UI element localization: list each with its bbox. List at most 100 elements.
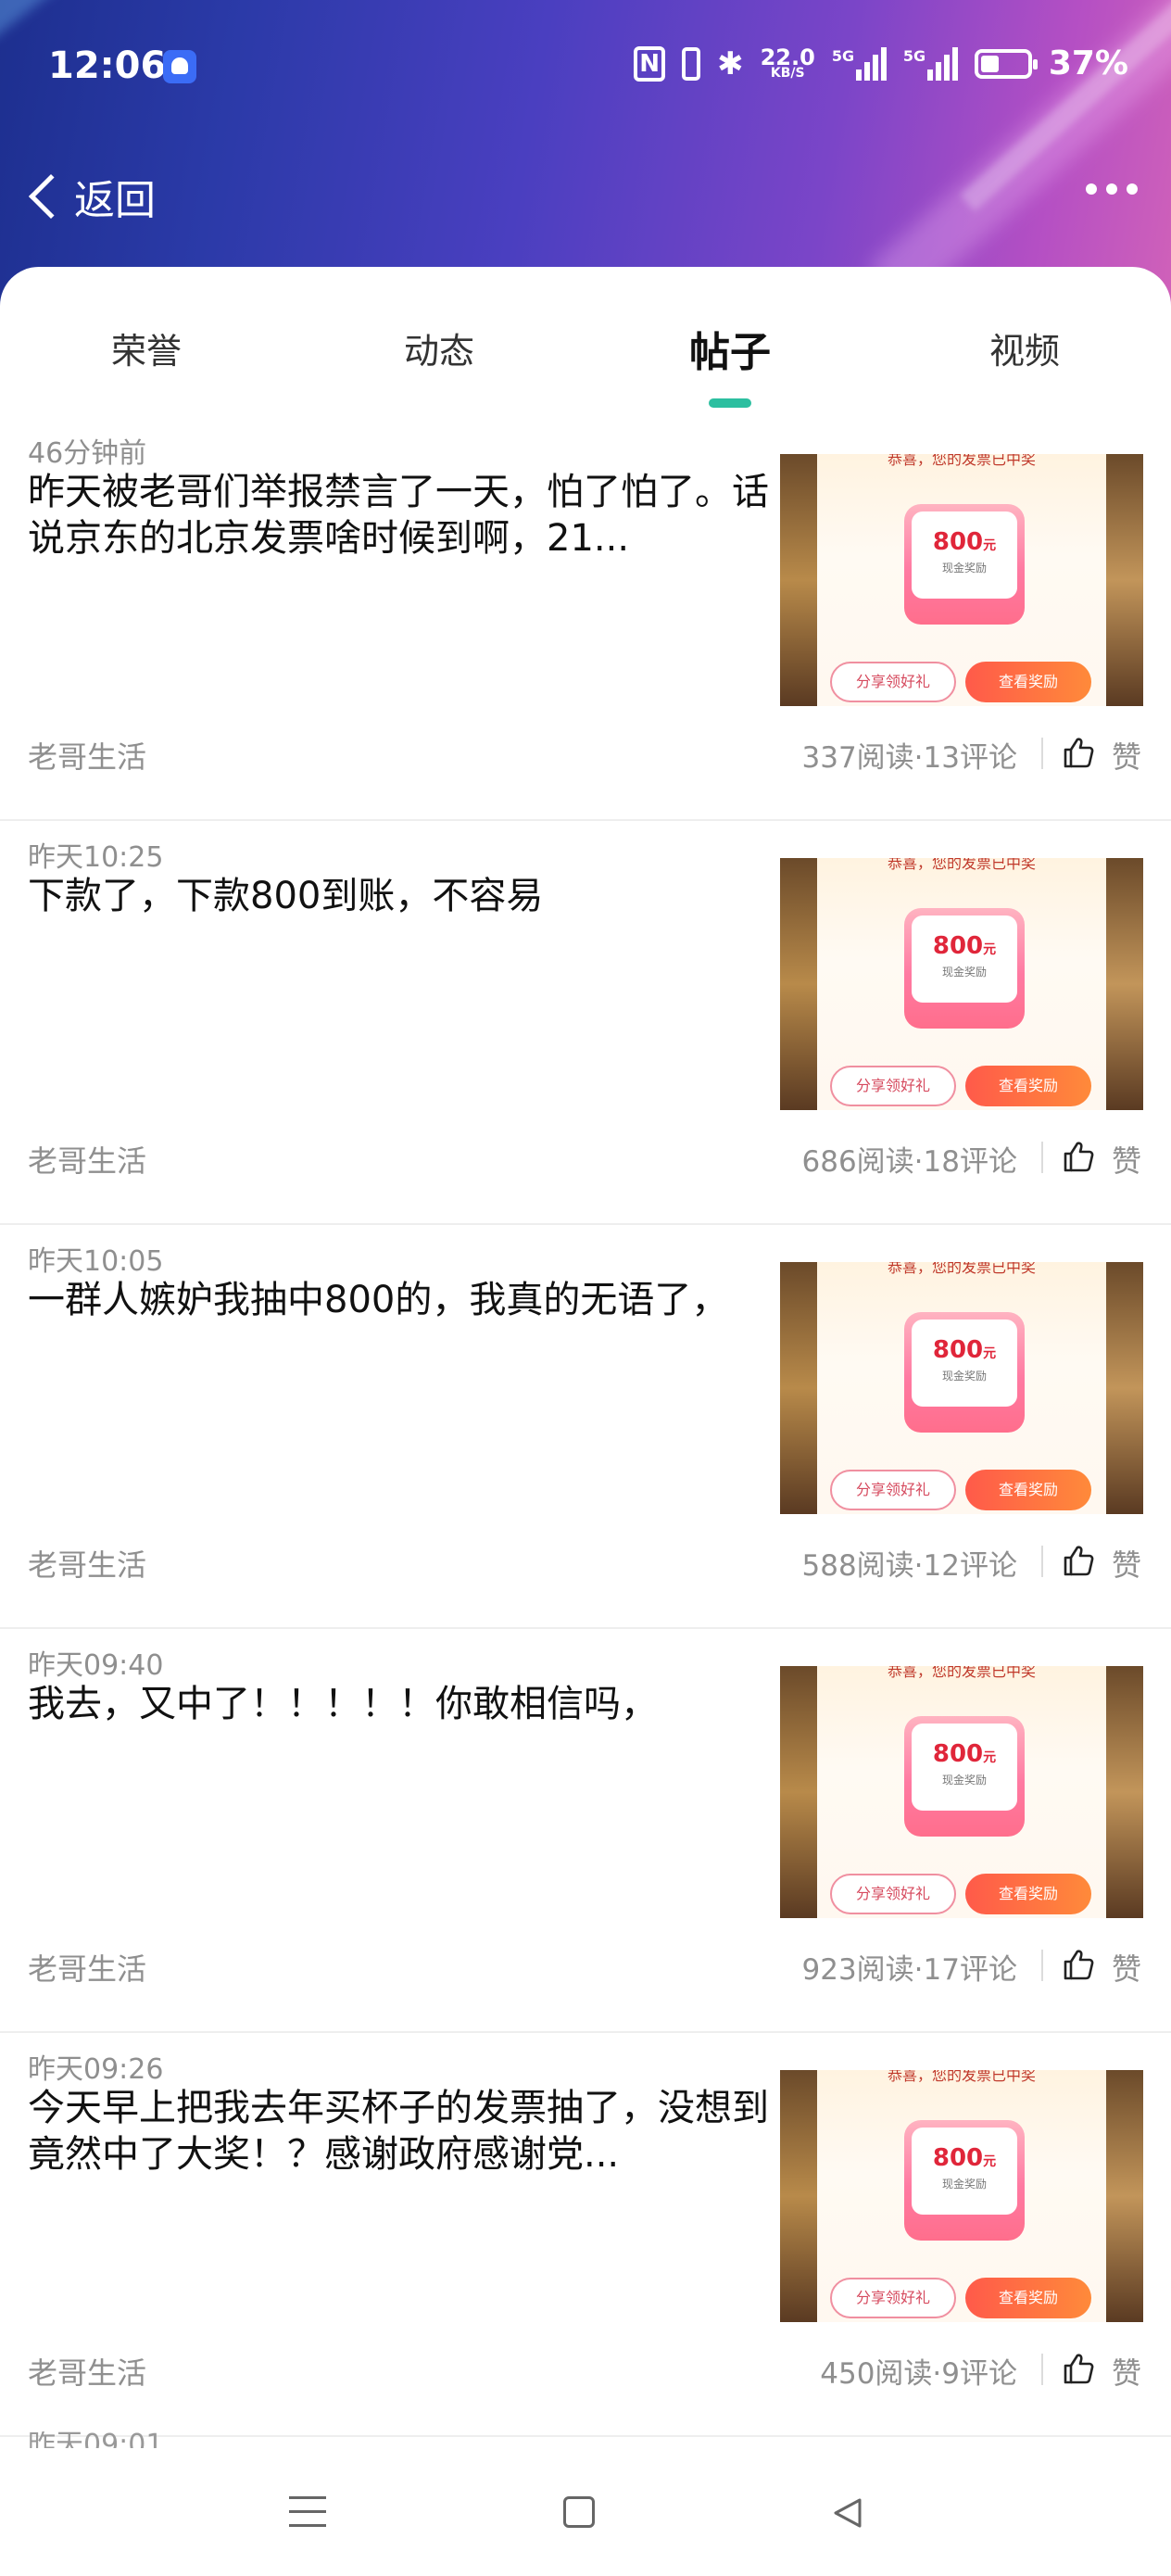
post-stats: 588阅读·12评论 [801, 1549, 1017, 1583]
home-icon[interactable] [563, 2496, 595, 2528]
post-item[interactable]: 46分钟前 昨天被老哥们举报禁言了一天，怕了怕了。话说京东的北京发票啥时候到啊，… [0, 417, 1171, 821]
network-speed: 22.0 KB/S [761, 46, 815, 80]
tab-videos[interactable]: 视频 [913, 322, 1136, 373]
post-author[interactable]: 老哥生活 [28, 2350, 146, 2393]
like-label[interactable]: 赞 [1112, 2350, 1141, 2393]
post-author[interactable]: 老哥生活 [28, 1138, 146, 1181]
thumbnail-banner: 恭喜，您的发票已中奖 [887, 1666, 1036, 1680]
menu-icon[interactable] [289, 2496, 326, 2528]
tab-bar: 荣誉 动态 帖子 视频 [0, 322, 1171, 415]
divider [1041, 1142, 1043, 1173]
post-thumbnail[interactable]: 恭喜，您的发票已中奖 800元 现金奖励 分享领好礼 查看奖励 [780, 1262, 1143, 1514]
tab-honor[interactable]: 荣誉 [35, 322, 258, 373]
thumbnail-panel: 恭喜，您的发票已中奖 800元 现金奖励 分享领好礼 查看奖励 [817, 858, 1106, 1110]
prize-amount: 800元 [932, 1336, 997, 1364]
post-item[interactable]: 昨天10:05 一群人嫉妒我抽中800的，我真的无语了， 恭喜，您的发票已中奖 … [0, 1225, 1171, 1629]
post-title[interactable]: 下款了，下款800到账，不容易 [28, 873, 778, 919]
signal-tag: 5G [831, 46, 855, 65]
prize-label: 现金奖励 [941, 1774, 987, 1787]
prize-card: 800元 现金奖励 [904, 504, 1025, 625]
thumbnail-side [1106, 2070, 1143, 2322]
thumbs-up-icon[interactable] [1062, 736, 1095, 769]
prize-card-inner: 800元 现金奖励 [912, 2128, 1017, 2215]
view-reward-button: 查看奖励 [965, 1470, 1091, 1510]
prize-card-inner: 800元 现金奖励 [912, 511, 1017, 599]
prize-label: 现金奖励 [941, 1370, 987, 1383]
view-reward-button: 查看奖励 [965, 1066, 1091, 1106]
post-thumbnail[interactable]: 恭喜，您的发票已中奖 800元 现金奖励 分享领好礼 查看奖励 [780, 2070, 1143, 2322]
thumbnail-panel: 恭喜，您的发票已中奖 800元 现金奖励 分享领好礼 查看奖励 [817, 2070, 1106, 2322]
share-gift-button: 分享领好礼 [830, 1066, 956, 1106]
post-author[interactable]: 老哥生活 [28, 734, 146, 777]
prize-label: 现金奖励 [941, 966, 987, 979]
post-item[interactable]: 昨天10:25 下款了，下款800到账，不容易 恭喜，您的发票已中奖 800元 … [0, 821, 1171, 1225]
thumbnail-side [780, 1262, 817, 1514]
post-thumbnail[interactable]: 恭喜，您的发票已中奖 800元 现金奖励 分享领好礼 查看奖励 [780, 858, 1143, 1110]
tab-activity[interactable]: 动态 [328, 322, 550, 373]
thumbnail-banner: 恭喜，您的发票已中奖 [887, 1262, 1036, 1276]
thumbnail-panel: 恭喜，您的发票已中奖 800元 现金奖励 分享领好礼 查看奖励 [817, 1666, 1106, 1918]
prize-label: 现金奖励 [941, 562, 987, 575]
post-title[interactable]: 昨天被老哥们举报禁言了一天，怕了怕了。话说京东的北京发票啥时候到啊，21... [28, 469, 778, 562]
thumbnail-side [1106, 1262, 1143, 1514]
divider [1041, 738, 1043, 769]
back-triangle-icon[interactable] [830, 2496, 863, 2530]
post-time: 昨天09:26 [28, 2053, 164, 2086]
signal-icon: 5G [831, 46, 887, 81]
post-stats: 337阅读·13评论 [801, 741, 1017, 775]
prize-card-inner: 800元 现金奖励 [912, 1724, 1017, 1811]
thumbs-up-icon[interactable] [1062, 1140, 1095, 1173]
divider [1041, 1546, 1043, 1577]
battery-percent: 37% [1048, 44, 1128, 82]
post-time: 昨天10:05 [28, 1245, 164, 1278]
thumbnail-side [780, 1666, 817, 1918]
back-label: 返回 [74, 177, 156, 224]
like-label[interactable]: 赞 [1112, 1138, 1141, 1181]
prize-card: 800元 现金奖励 [904, 2120, 1025, 2241]
next-post-time: 昨天09:01 [28, 2431, 164, 2448]
thumbnail-side [780, 2070, 817, 2322]
status-icons: N ✱ 22.0 KB/S 5G 5G 37% [634, 44, 1128, 82]
share-gift-button: 分享领好礼 [830, 2278, 956, 2318]
battery-icon [974, 48, 1038, 79]
post-author[interactable]: 老哥生活 [28, 1542, 146, 1585]
post-time: 昨天09:40 [28, 1649, 164, 1682]
prize-card-inner: 800元 现金奖励 [912, 915, 1017, 1003]
post-title[interactable]: 一群人嫉妒我抽中800的，我真的无语了， [28, 1277, 778, 1323]
thumbs-up-icon[interactable] [1062, 2352, 1095, 2385]
view-reward-button: 查看奖励 [965, 2278, 1091, 2318]
prize-card: 800元 现金奖励 [904, 1312, 1025, 1433]
thumbs-up-icon[interactable] [1062, 1948, 1095, 1981]
signal-tag: 5G [902, 46, 926, 65]
post-title[interactable]: 我去，又中了！！！！！你敢相信吗， [28, 1681, 778, 1727]
post-thumbnail[interactable]: 恭喜，您的发票已中奖 800元 现金奖励 分享领好礼 查看奖励 [780, 1666, 1143, 1918]
notification-app-icon [163, 50, 196, 83]
tab-active-indicator [709, 398, 751, 408]
thumbnail-banner: 恭喜，您的发票已中奖 [887, 2070, 1036, 2084]
view-reward-button: 查看奖励 [965, 662, 1091, 702]
tab-posts[interactable]: 帖子 [619, 319, 841, 378]
thumbnail-panel: 恭喜，您的发票已中奖 800元 现金奖励 分享领好礼 查看奖励 [817, 1262, 1106, 1514]
post-author[interactable]: 老哥生活 [28, 1946, 146, 1989]
like-label[interactable]: 赞 [1112, 734, 1141, 777]
thumbs-up-icon[interactable] [1062, 1544, 1095, 1577]
thumbnail-side [780, 858, 817, 1110]
chevron-left-icon [28, 173, 74, 220]
like-label[interactable]: 赞 [1112, 1542, 1141, 1585]
divider [1041, 1950, 1043, 1981]
prize-amount: 800元 [932, 1740, 997, 1768]
prize-amount: 800元 [932, 2144, 997, 2172]
vibrate-icon [682, 46, 701, 81]
post-stats: 923阅读·17评论 [801, 1953, 1017, 1987]
back-button[interactable]: 返回 [26, 167, 156, 226]
more-button[interactable] [1086, 183, 1138, 195]
post-time: 昨天10:25 [28, 841, 164, 874]
post-thumbnail[interactable]: 恭喜，您的发票已中奖 800元 现金奖励 分享领好礼 查看奖励 [780, 454, 1143, 706]
like-label[interactable]: 赞 [1112, 1946, 1141, 1989]
post-item[interactable]: 昨天09:26 今天早上把我去年买杯子的发票抽了，没想到竟然中了大奖！？感谢政府… [0, 2033, 1171, 2437]
post-stats: 686阅读·18评论 [801, 1145, 1017, 1179]
nfc-icon: N [634, 45, 666, 82]
more-dots-icon [1086, 183, 1097, 195]
post-title[interactable]: 今天早上把我去年买杯子的发票抽了，没想到竟然中了大奖！？感谢政府感谢党... [28, 2085, 778, 2178]
post-item[interactable]: 昨天09:40 我去，又中了！！！！！你敢相信吗， 恭喜，您的发票已中奖 800… [0, 1629, 1171, 2033]
